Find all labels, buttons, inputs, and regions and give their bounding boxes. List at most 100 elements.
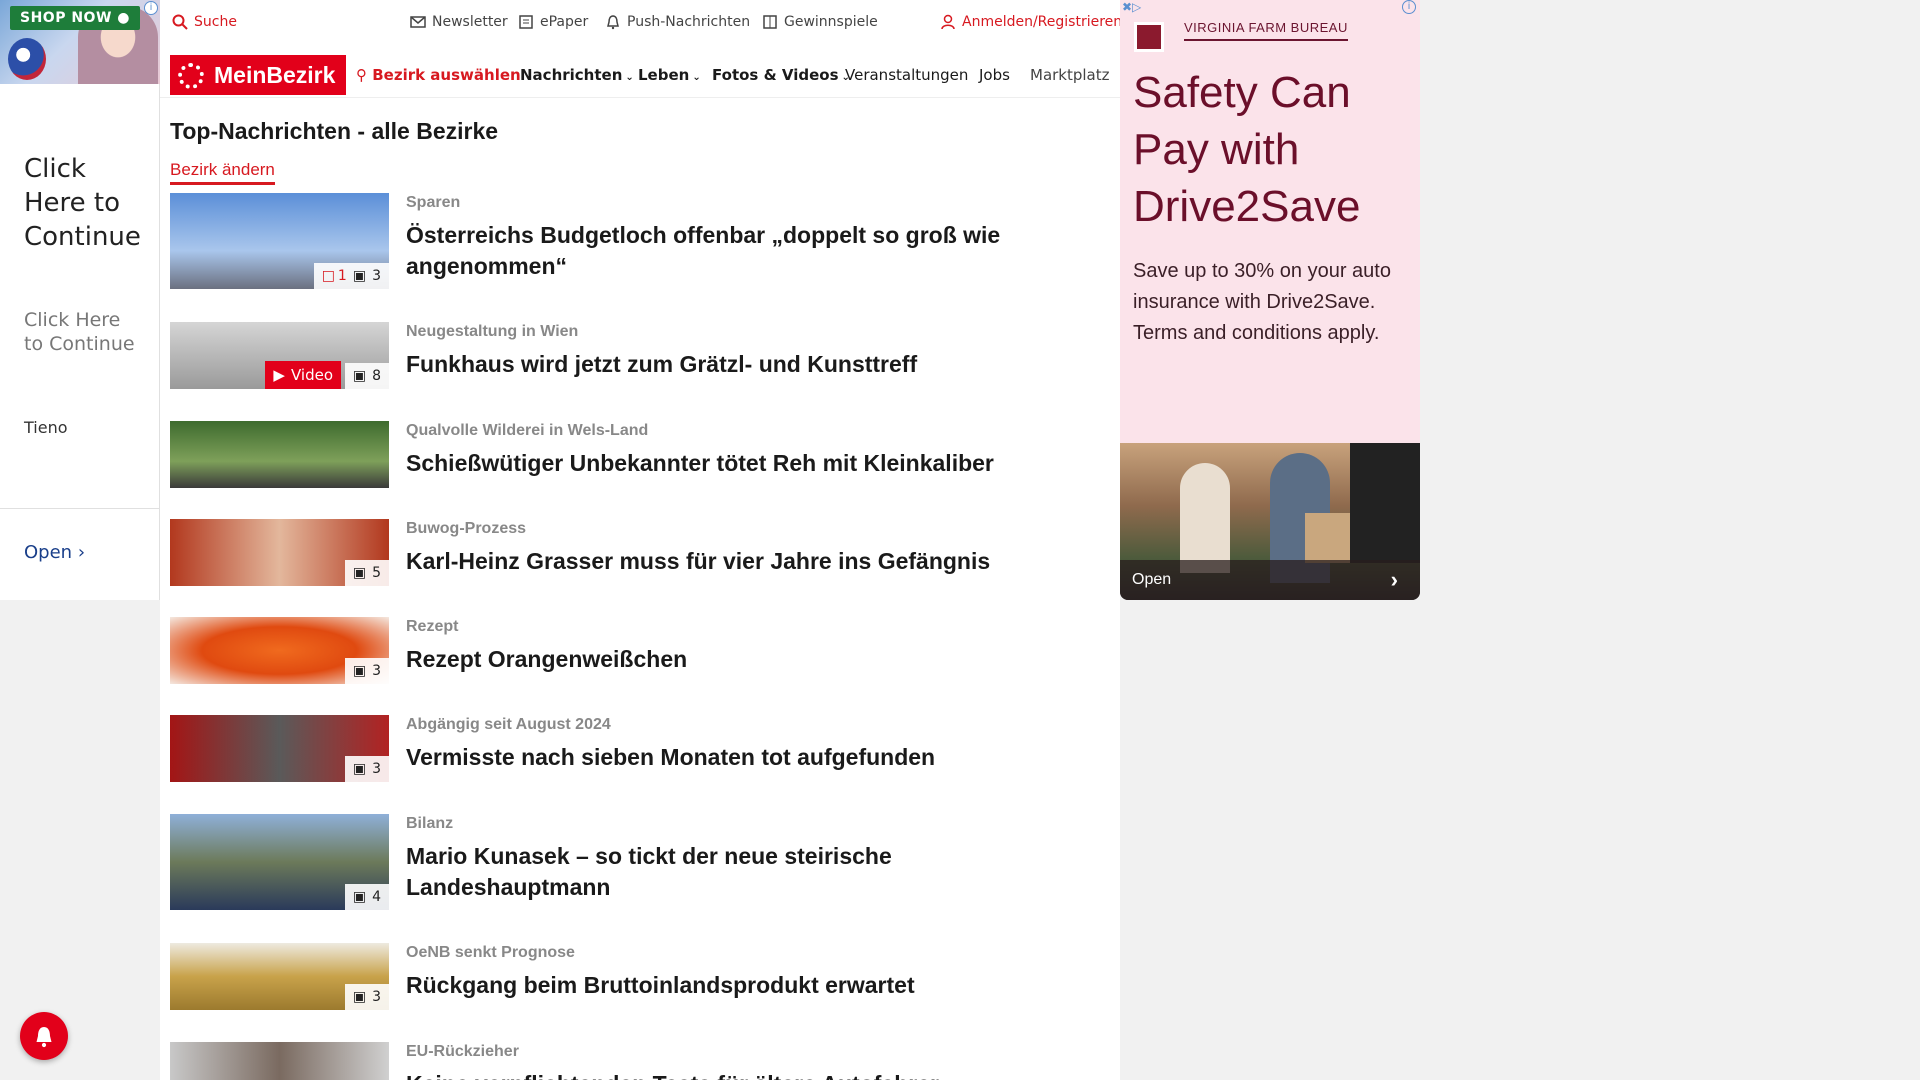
image-icon: ▣ (352, 368, 367, 384)
farm-bureau-logo (1134, 22, 1164, 52)
left-advertisement[interactable]: SHOP NOW ● i Click Here to Continue Clic… (0, 0, 160, 600)
image-count: 5 (372, 565, 381, 581)
chevron-down-icon: ⌄ (625, 72, 634, 83)
search-link[interactable]: Suche (172, 14, 237, 30)
ad-banner-image[interactable]: SHOP NOW ● i (0, 0, 160, 84)
article-kicker: Neugestaltung in Wien (406, 323, 579, 340)
chevron-right-icon: › (1390, 567, 1398, 592)
article-media-badge: ▣ 3 (344, 658, 389, 684)
location-pin-icon: ⚲ (356, 66, 367, 84)
article-headline[interactable]: Österreichs Budgetloch offenbar „doppelt… (406, 220, 1056, 282)
ad-divider (0, 508, 160, 509)
article-media-badge: ▣ 4 (344, 884, 389, 910)
article-headline[interactable]: Funkhaus wird jetzt zum Grätzl- und Kuns… (406, 349, 1056, 380)
image-icon: ▣ (352, 663, 367, 679)
advertiser-name[interactable]: VIRGINIA FARM BUREAU (1184, 20, 1348, 41)
article-thumbnail[interactable] (170, 1042, 389, 1080)
ad-open-button[interactable]: Open › (24, 542, 85, 563)
epaper-label: ePaper (540, 14, 589, 30)
epaper-link[interactable]: ePaper (518, 14, 588, 30)
article-headline[interactable]: Mario Kunasek – so tickt der neue steiri… (406, 841, 1056, 903)
article-thumbnail[interactable]: ▣ 4 (170, 814, 389, 910)
image-icon: ▣ (352, 889, 367, 905)
page-background-right (1420, 0, 1920, 1080)
bell-icon (607, 15, 619, 30)
login-link[interactable]: Anmelden/Registrieren (940, 14, 1122, 30)
search-label: Suche (194, 14, 237, 30)
image-icon: ▣ (352, 761, 367, 777)
article-thumbnail[interactable]: ▣ 5 (170, 519, 389, 586)
comment-count: □ 1 (321, 268, 347, 284)
ad-subline[interactable]: Click Here to Continue (24, 308, 144, 356)
bell-icon (36, 1027, 52, 1048)
article-headline[interactable]: Karl-Heinz Grasser muss für vier Jahre i… (406, 546, 1056, 577)
article-thumbnail[interactable]: ▶ Video ▣ 8 (170, 322, 389, 389)
logo-sun-icon (178, 63, 204, 89)
article-thumbnail[interactable]: ▣ 3 (170, 943, 389, 1010)
bezirk-select[interactable]: ⚲ Bezirk auswählen (356, 66, 521, 84)
article-headline[interactable]: Rückgang beim Bruttoinlandsprodukt erwar… (406, 970, 1056, 1001)
ad-open-button[interactable]: Open › (1120, 560, 1420, 600)
bezirk-label: Bezirk auswählen (372, 66, 521, 84)
article-kicker: Sparen (406, 194, 461, 211)
ad-headline[interactable]: Safety Can Pay with Drive2Save (1133, 64, 1413, 235)
article-thumbnail[interactable]: ▣ 3 (170, 715, 389, 782)
article-media-badge: ▣ 5 (344, 560, 389, 586)
image-count: 3 (372, 989, 381, 1005)
comment-icon: □ (321, 268, 335, 284)
article-kicker: EU-Rückzieher (406, 1043, 519, 1060)
article-media-badge: ▣ 8 (344, 363, 389, 389)
login-label: Anmelden/Registrieren (962, 14, 1123, 30)
article-kicker: Rezept (406, 618, 459, 635)
main-navigation: MeinBezirk ⚲ Bezirk auswählen Nachrichte… (160, 52, 1120, 98)
newsletter-label: Newsletter (432, 14, 508, 30)
nav-leben[interactable]: Leben ⌄ (638, 66, 701, 84)
article-thumbnail[interactable]: □ 1 ▣ 3 (170, 193, 389, 289)
gift-icon (763, 15, 777, 29)
user-icon (941, 14, 955, 30)
article-kicker: OeNB senkt Prognose (406, 944, 575, 961)
page: SHOP NOW ● i Click Here to Continue Clic… (0, 0, 1920, 1080)
meinbezirk-logo[interactable]: MeinBezirk (170, 55, 346, 95)
chevron-right-icon: › (77, 542, 86, 563)
article-headline[interactable]: Schießwütiger Unbekannter tötet Reh mit … (406, 448, 1056, 479)
mail-icon (410, 16, 426, 28)
nav-marktplatz[interactable]: Marktplatz (1030, 66, 1112, 84)
image-count: 3 (372, 663, 381, 679)
nav-fotos-videos[interactable]: Fotos & Videos ⌄ (712, 66, 850, 84)
logo-text: MeinBezirk (214, 62, 336, 88)
ad-headline[interactable]: Click Here to Continue (24, 152, 144, 254)
right-advertisement[interactable]: ✖▷ i VIRGINIA FARM BUREAU Safety Can Pay… (1120, 0, 1420, 600)
image-icon: ▣ (352, 565, 367, 581)
newsletter-link[interactable]: Newsletter (410, 14, 508, 30)
article-thumbnail[interactable] (170, 421, 389, 488)
article-kicker: Buwog-Prozess (406, 520, 527, 537)
adchoices-icon[interactable]: ✖▷ (1122, 0, 1141, 14)
shop-now-button[interactable]: SHOP NOW ● (10, 6, 140, 30)
article-headline[interactable]: Vermisste nach sieben Monaten tot aufgef… (406, 742, 1056, 773)
gewinnspiele-link[interactable]: Gewinnspiele (762, 14, 878, 30)
bezirk-change-link[interactable]: Bezirk ändern (170, 160, 275, 185)
article-headline[interactable]: Rezept Orangenweißchen (406, 644, 1056, 675)
notification-bell-button[interactable] (20, 1012, 68, 1060)
ad-info-icon[interactable]: i (144, 1, 158, 15)
article-item[interactable]: EU-Rückzieher Keine verpflichtenden Test… (170, 1042, 1070, 1080)
chevron-down-icon: ⌄ (692, 72, 701, 83)
push-label: Push-Nachrichten (627, 14, 751, 30)
page-title: Top-Nachrichten - alle Bezirke (170, 118, 499, 144)
article-headline[interactable]: Keine verpflichtenden Tests für ältere A… (406, 1069, 1056, 1080)
image-count: 4 (372, 889, 381, 905)
image-icon: ▣ (352, 268, 367, 284)
image-count: 3 (372, 761, 381, 777)
article-media-badge: □ 1 ▣ 3 (313, 263, 389, 289)
nav-nachrichten[interactable]: Nachrichten ⌄ (520, 66, 634, 84)
gewinnspiele-label: Gewinnspiele (784, 14, 878, 30)
nav-veranstaltungen[interactable]: Veranstaltungen (845, 66, 968, 84)
article-thumbnail[interactable]: ▣ 3 (170, 617, 389, 684)
newspaper-icon (519, 15, 533, 29)
article-media-badge: ▣ 3 (344, 984, 389, 1010)
nav-jobs[interactable]: Jobs (979, 66, 1010, 84)
push-notifications-link[interactable]: Push-Nachrichten (605, 14, 750, 30)
ad-info-icon[interactable]: i (1402, 0, 1416, 14)
ad-body-text[interactable]: Save up to 30% on your auto insurance wi… (1133, 256, 1403, 349)
